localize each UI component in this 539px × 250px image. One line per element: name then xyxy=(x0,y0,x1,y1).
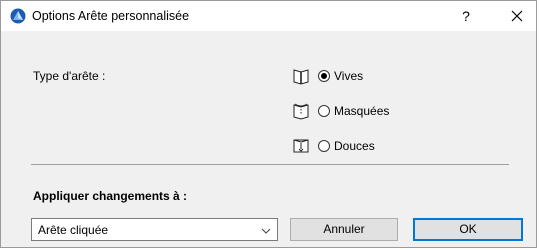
help-button[interactable]: ? xyxy=(456,6,476,26)
app-icon xyxy=(10,8,26,24)
cancel-button[interactable]: Annuler xyxy=(290,218,398,241)
radio-masquees[interactable] xyxy=(318,105,330,117)
title-bar: Options Arête personnalisée ? xyxy=(1,1,536,31)
options-arete-dialog: Options Arête personnalisée ? Type d'arê… xyxy=(0,0,537,248)
window-title: Options Arête personnalisée xyxy=(32,9,190,23)
sharp-edge-icon xyxy=(291,66,311,86)
radio-douces[interactable] xyxy=(318,140,330,152)
smooth-edge-icon xyxy=(291,136,311,156)
edge-type-label: Type d'arête : xyxy=(33,69,106,83)
ok-button[interactable]: OK xyxy=(413,218,523,241)
apply-to-select[interactable]: Arête cliquée xyxy=(31,218,278,241)
apply-to-value: Arête cliquée xyxy=(38,223,109,237)
radio-vives[interactable] xyxy=(318,70,330,82)
chevron-down-icon xyxy=(261,225,271,235)
option-label: Douces xyxy=(334,139,375,153)
option-label: Masquées xyxy=(334,104,390,118)
apply-changes-label: Appliquer changements à : xyxy=(33,189,188,203)
option-label: Vives xyxy=(334,69,364,83)
hidden-edge-icon xyxy=(291,101,311,121)
close-icon[interactable] xyxy=(506,5,528,27)
separator xyxy=(31,164,509,165)
